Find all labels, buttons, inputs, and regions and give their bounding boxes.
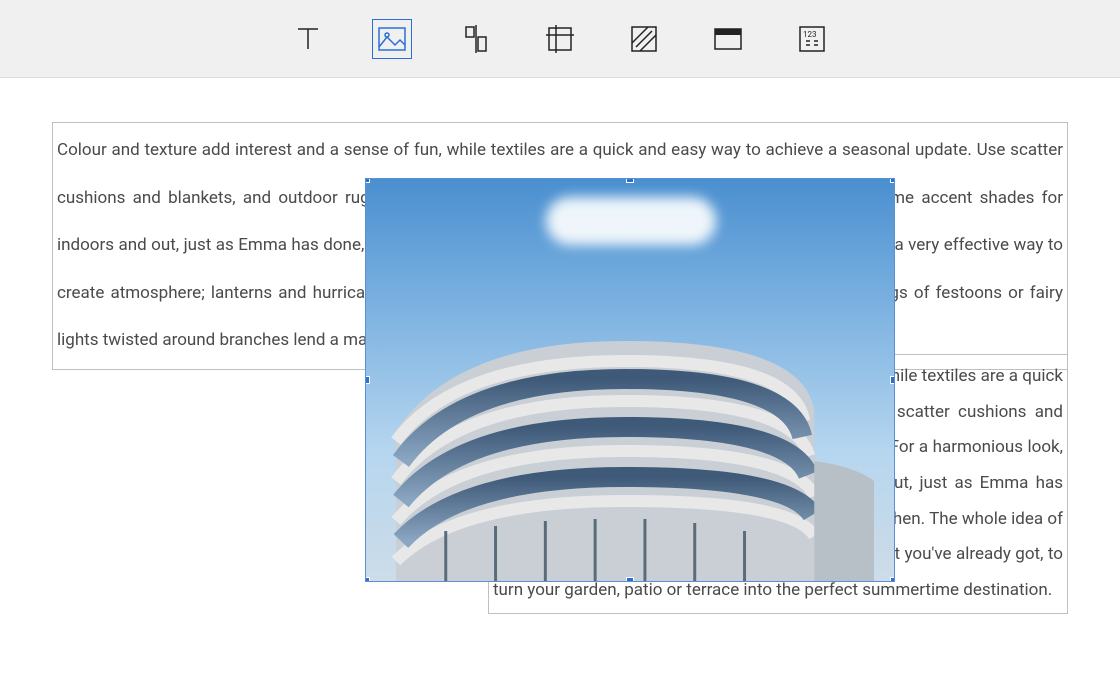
texture-tool-button[interactable] — [624, 19, 664, 59]
svg-text:123: 123 — [803, 30, 817, 39]
selected-image[interactable] — [365, 178, 895, 582]
resize-handle-top-right[interactable] — [890, 178, 895, 183]
toolbar: 123 — [0, 0, 1120, 78]
document-canvas[interactable]: Colour and texture add interest and a se… — [0, 78, 1120, 680]
text-tool-button[interactable] — [288, 19, 328, 59]
resize-handle-mid-left[interactable] — [365, 376, 370, 384]
resize-handle-bottom-mid[interactable] — [626, 577, 634, 582]
resize-handle-top-mid[interactable] — [626, 178, 634, 183]
align-icon — [460, 23, 492, 55]
crop-icon — [544, 23, 576, 55]
texture-icon — [628, 23, 660, 55]
building-graphic — [386, 321, 874, 581]
resize-handle-top-left[interactable] — [365, 178, 370, 183]
align-tool-button[interactable] — [456, 19, 496, 59]
crop-tool-button[interactable] — [540, 19, 580, 59]
image-tool-button[interactable] — [372, 19, 412, 59]
resize-handle-bottom-left[interactable] — [365, 577, 370, 582]
frame-icon — [712, 23, 744, 55]
numbering-tool-button[interactable]: 123 — [792, 19, 832, 59]
resize-handle-bottom-right[interactable] — [890, 577, 895, 582]
resize-handle-mid-right[interactable] — [890, 376, 895, 384]
frame-tool-button[interactable] — [708, 19, 748, 59]
text-icon — [292, 23, 324, 55]
numbering-icon: 123 — [796, 23, 828, 55]
sky-cloud — [546, 197, 716, 245]
image-icon — [376, 23, 408, 55]
